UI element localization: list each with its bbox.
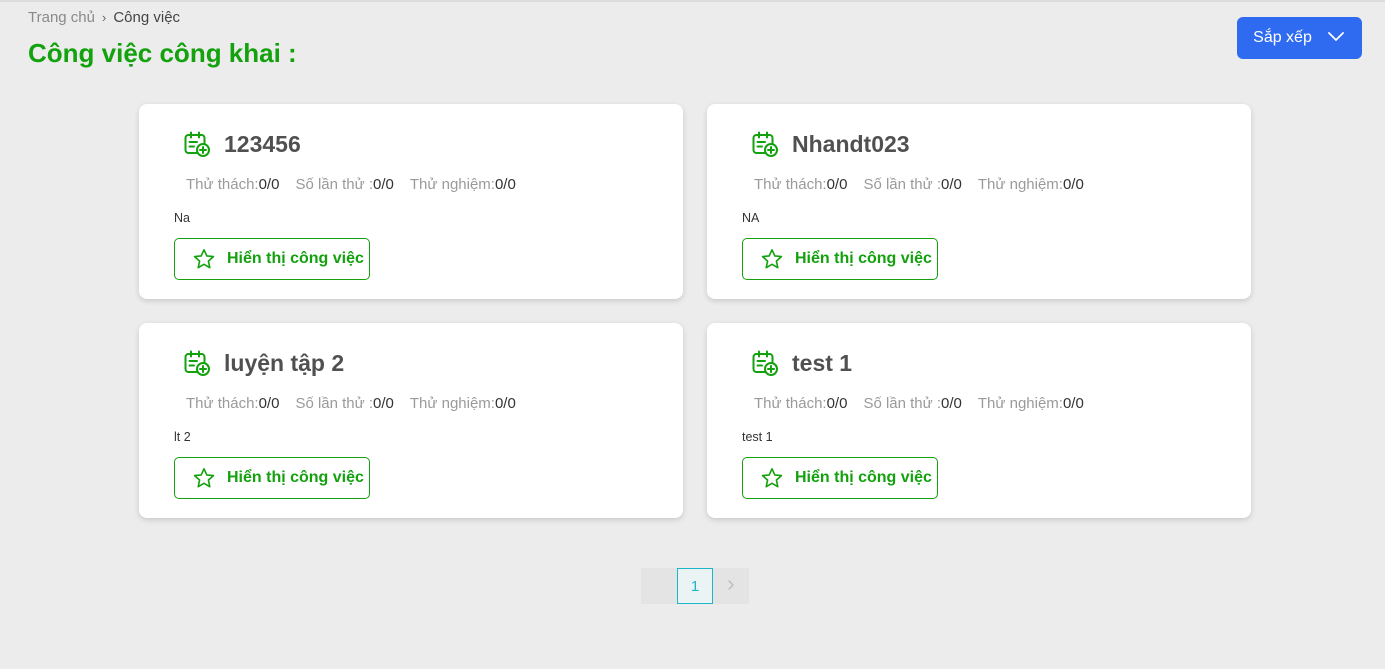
pagination: 1 [641, 568, 749, 604]
calendar-add-icon [751, 130, 779, 158]
test-stat: Thử nghiệm:0/0 [410, 395, 516, 412]
challenge-stat: Thử thách:0/0 [186, 395, 279, 412]
task-description: lt 2 [174, 430, 191, 444]
test-value: 0/0 [1062, 176, 1084, 193]
view-task-button-label: Hiển thị công việc [227, 469, 364, 486]
task-stats: Thử thách:0/0 Số lần thử :0/0 Thử nghiệm… [186, 395, 516, 412]
test-stat: Thử nghiệm:0/0 [410, 176, 516, 193]
test-value: 0/0 [494, 176, 516, 193]
task-title: test 1 [792, 349, 853, 376]
attempts-label: Số lần thử : [295, 395, 374, 412]
breadcrumb-separator-icon: › [101, 10, 107, 25]
pagination-page-button[interactable]: 1 [677, 568, 713, 604]
test-value: 0/0 [494, 395, 516, 412]
test-stat: Thử nghiệm:0/0 [978, 176, 1084, 193]
view-task-button[interactable]: Hiển thị công việc [742, 457, 938, 499]
challenge-value: 0/0 [258, 176, 280, 193]
test-label: Thử nghiệm: [977, 176, 1063, 193]
challenge-label: Thử thách: [754, 176, 827, 193]
star-outline-icon [760, 466, 784, 490]
task-title: 123456 [224, 130, 301, 157]
sort-button-label: Sắp xếp [1253, 29, 1312, 46]
test-stat: Thử nghiệm:0/0 [978, 395, 1084, 412]
view-task-button-label: Hiển thị công việc [795, 250, 932, 267]
attempts-stat: Số lần thử :0/0 [295, 176, 393, 193]
task-card: test 1 Thử thách:0/0 Số lần thử :0/0 Thử… [707, 323, 1251, 518]
star-outline-icon [192, 466, 216, 490]
task-description: NA [742, 211, 760, 225]
attempts-label: Số lần thử : [863, 395, 942, 412]
task-stats: Thử thách:0/0 Số lần thử :0/0 Thử nghiệm… [754, 395, 1084, 412]
star-outline-icon [760, 247, 784, 271]
challenge-label: Thử thách: [186, 176, 259, 193]
challenge-value: 0/0 [826, 176, 848, 193]
attempts-value: 0/0 [373, 395, 394, 412]
task-description: Na [174, 211, 190, 225]
star-outline-icon [192, 247, 216, 271]
task-card-header: luyện tập 2 [183, 349, 344, 377]
challenge-label: Thử thách: [186, 395, 259, 412]
challenge-stat: Thử thách:0/0 [186, 176, 279, 193]
task-card-header: 123456 [183, 130, 301, 158]
calendar-add-icon [751, 349, 779, 377]
attempts-stat: Số lần thử :0/0 [295, 395, 393, 412]
task-stats: Thử thách:0/0 Số lần thử :0/0 Thử nghiệm… [186, 176, 516, 193]
task-card-header: Nhandt023 [751, 130, 910, 158]
chevron-right-icon [725, 578, 737, 595]
attempts-stat: Số lần thử :0/0 [863, 395, 961, 412]
view-task-button-label: Hiển thị công việc [795, 469, 932, 486]
task-card-header: test 1 [751, 349, 852, 377]
calendar-add-icon [183, 130, 211, 158]
breadcrumb: Trang chủ › Công việc [28, 9, 180, 26]
task-description: test 1 [742, 430, 773, 444]
challenge-label: Thử thách: [754, 395, 827, 412]
view-task-button-label: Hiển thị công việc [227, 250, 364, 267]
chevron-down-icon [1326, 26, 1346, 51]
page-title: Công việc công khai : [28, 38, 297, 68]
task-card: luyện tập 2 Thử thách:0/0 Số lần thử :0/… [139, 323, 683, 518]
view-task-button[interactable]: Hiển thị công việc [174, 457, 370, 499]
task-card: 123456 Thử thách:0/0 Số lần thử :0/0 Thử… [139, 104, 683, 299]
breadcrumb-home[interactable]: Trang chủ [28, 9, 95, 26]
challenge-stat: Thử thách:0/0 [754, 395, 847, 412]
task-stats: Thử thách:0/0 Số lần thử :0/0 Thử nghiệm… [754, 176, 1084, 193]
task-card: Nhandt023 Thử thách:0/0 Số lần thử :0/0 … [707, 104, 1251, 299]
view-task-button[interactable]: Hiển thị công việc [742, 238, 938, 280]
attempts-label: Số lần thử : [295, 176, 374, 193]
attempts-label: Số lần thử : [863, 176, 942, 193]
challenge-value: 0/0 [826, 395, 848, 412]
pagination-prev-button[interactable] [641, 568, 677, 604]
test-label: Thử nghiệm: [409, 176, 495, 193]
challenge-stat: Thử thách:0/0 [754, 176, 847, 193]
calendar-add-icon [183, 349, 211, 377]
test-label: Thử nghiệm: [977, 395, 1063, 412]
sort-button[interactable]: Sắp xếp [1237, 17, 1362, 59]
pagination-next-button[interactable] [713, 568, 749, 604]
attempts-stat: Số lần thử :0/0 [863, 176, 961, 193]
task-title: Nhandt023 [792, 130, 910, 157]
attempts-value: 0/0 [373, 176, 394, 193]
task-title: luyện tập 2 [224, 349, 345, 376]
page: Trang chủ › Công việc Công việc công kha… [0, 0, 1385, 669]
attempts-value: 0/0 [941, 176, 962, 193]
breadcrumb-current: Công việc [113, 9, 181, 26]
view-task-button[interactable]: Hiển thị công việc [174, 238, 370, 280]
challenge-value: 0/0 [258, 395, 280, 412]
test-label: Thử nghiệm: [409, 395, 495, 412]
test-value: 0/0 [1062, 395, 1084, 412]
attempts-value: 0/0 [941, 395, 962, 412]
